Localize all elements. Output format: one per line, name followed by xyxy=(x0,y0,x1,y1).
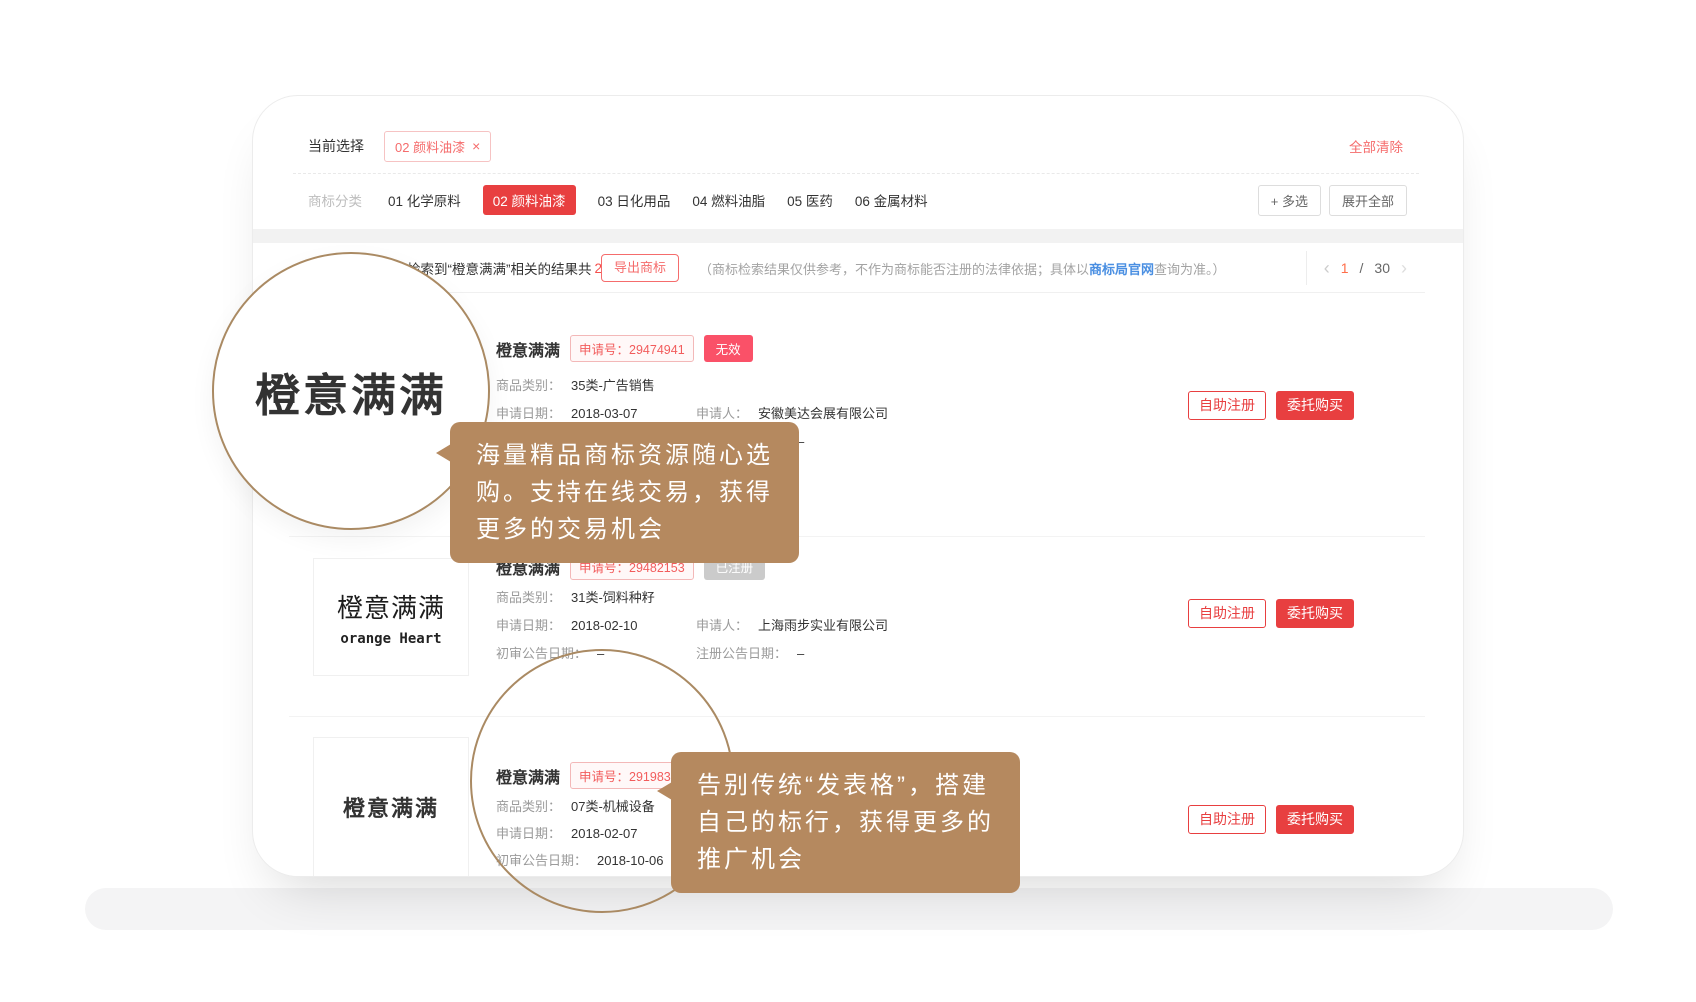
row-actions: 自助注册 委托购买 xyxy=(1188,805,1354,834)
expand-all-button[interactable]: 展开全部 xyxy=(1329,185,1407,216)
pagination: ‹ 1 / 30 › xyxy=(1314,243,1417,293)
applicant-label: 申请人： xyxy=(696,406,748,421)
magnified-trademark-text: 橙意满满 xyxy=(255,359,447,424)
detail-line: 商品类别： 31类-饲料种籽 xyxy=(496,587,655,606)
disclaimer-text: （商标检索结果仅供参考，不作为商标能否注册的法律依据；具体以 xyxy=(699,259,1089,278)
category-item-06[interactable]: 06 金属材料 xyxy=(855,190,928,210)
chevron-right-icon[interactable]: › xyxy=(1401,258,1407,279)
category-item-03[interactable]: 03 日化用品 xyxy=(598,190,671,210)
applicant-value: 上海雨步实业有限公司 xyxy=(758,618,888,633)
summary-text: 检索到“橙意满满”相关的结果共 xyxy=(407,258,592,278)
multi-select-button[interactable]: + 多选 xyxy=(1258,185,1321,216)
tooltip-promotion: 告别传统“发表格”，搭建 自己的标行，获得更多的 推广机会 xyxy=(671,752,1020,893)
tooltip-line: 推广机会 xyxy=(697,841,994,878)
detail-line: 申请日期：2018-02-10 申请人：上海雨步实业有限公司 xyxy=(496,615,638,634)
apply-date-value: 2018-03-07 xyxy=(571,406,638,421)
pagination-current: 1 xyxy=(1341,260,1349,276)
apply-date-label: 申请日期： xyxy=(496,618,561,633)
apply-date-label: 申请日期： xyxy=(496,406,561,421)
disclaimer: （商标检索结果仅供参考，不作为商标能否注册的法律依据；具体以商标局官网查询为准。… xyxy=(699,243,1226,293)
category-label: 商品类别： xyxy=(496,378,561,393)
application-number-label: 申请号： xyxy=(579,561,629,575)
divider xyxy=(293,173,1419,174)
device-base xyxy=(85,888,1613,930)
status-badge: 无效 xyxy=(704,335,753,362)
category-item-04[interactable]: 04 燃料油脂 xyxy=(692,190,765,210)
application-number-badge: 申请号：29474941 xyxy=(570,335,694,362)
category-actions: + 多选 展开全部 xyxy=(1258,185,1407,216)
trademark-image: 橙意满满 orange Heart xyxy=(313,558,469,676)
table-row: 橙意满满 orange Heart 橙意满满 申请号：29482153 已注册 … xyxy=(289,536,1425,716)
divider xyxy=(1306,251,1307,285)
detail-line: 申请日期：2018-03-07 申请人：安徽美达会展有限公司 xyxy=(496,403,638,422)
trademark-image-text: 橙意满满 xyxy=(343,791,439,823)
tooltip-line: 告别传统“发表格”，搭建 xyxy=(697,767,994,804)
self-register-button[interactable]: 自助注册 xyxy=(1188,805,1266,834)
application-number-value: 29482153 xyxy=(629,561,685,575)
trademark-image-text: 橙意满满 xyxy=(337,588,445,625)
results-header: 检索到“橙意满满”相关的结果共28个 导出商标 （商标检索结果仅供参考，不作为商… xyxy=(289,243,1425,293)
category-value: 31类-饲料种籽 xyxy=(571,590,655,605)
filter-tag[interactable]: 02 颜料油漆 × xyxy=(384,131,491,162)
category-label: 商品类别： xyxy=(496,590,561,605)
tooltip-line: 自己的标行，获得更多的 xyxy=(697,804,994,841)
pagination-separator: / xyxy=(1360,260,1364,276)
row-actions: 自助注册 委托购买 xyxy=(1188,599,1354,628)
tooltip-line: 海量精品商标资源随心选 xyxy=(476,437,773,474)
category-item-01[interactable]: 01 化学原料 xyxy=(388,190,461,210)
filter-tag-label: 02 颜料油漆 xyxy=(395,137,465,156)
trademark-office-link[interactable]: 商标局官网 xyxy=(1089,259,1154,278)
delegate-purchase-button[interactable]: 委托购买 xyxy=(1276,599,1354,628)
tooltip-marketplace: 海量精品商标资源随心选 购。支持在线交易，获得 更多的交易机会 xyxy=(450,422,799,563)
reg-publication-value: – xyxy=(797,646,804,661)
delegate-purchase-button[interactable]: 委托购买 xyxy=(1276,805,1354,834)
self-register-button[interactable]: 自助注册 xyxy=(1188,391,1266,420)
disclaimer-suffix: 查询为准。） xyxy=(1154,259,1226,278)
category-bar-label: 商标分类 xyxy=(308,190,362,210)
category-value: 35类-广告销售 xyxy=(571,378,655,393)
pagination-total: 30 xyxy=(1374,260,1390,276)
export-trademarks-button[interactable]: 导出商标 xyxy=(601,254,679,282)
tooltip-line: 更多的交易机会 xyxy=(476,511,773,548)
category-item-02-selected[interactable]: 02 颜料油漆 xyxy=(483,185,576,215)
row-title: 橙意满满 申请号：29474941 无效 xyxy=(496,335,753,362)
apply-date-value: 2018-02-10 xyxy=(571,618,638,633)
section-gap xyxy=(253,229,1463,243)
clear-all-button[interactable]: 全部清除 xyxy=(1349,136,1403,156)
filter-bar: 当前选择 02 颜料油漆 × 全部清除 xyxy=(308,130,1403,162)
reg-publication-label: 注册公告日期： xyxy=(696,646,787,661)
application-number-label: 申请号： xyxy=(579,343,629,357)
delegate-purchase-button[interactable]: 委托购买 xyxy=(1276,391,1354,420)
trademark-image-subtext: orange Heart xyxy=(340,631,441,647)
close-icon[interactable]: × xyxy=(472,139,480,153)
chevron-left-icon[interactable]: ‹ xyxy=(1324,258,1330,279)
current-selection-label: 当前选择 xyxy=(308,136,364,156)
applicant-label: 申请人： xyxy=(696,618,748,633)
category-item-05[interactable]: 05 医药 xyxy=(787,190,833,210)
category-bar: 商标分类 01 化学原料 02 颜料油漆 03 日化用品 04 燃料油脂 05 … xyxy=(308,186,1407,214)
trademark-name: 橙意满满 xyxy=(496,337,560,361)
magnifier-lens: 橙意满满 xyxy=(212,252,490,530)
detail-line: 商品类别： 35类-广告销售 xyxy=(496,375,655,394)
applicant-value: 安徽美达会展有限公司 xyxy=(758,406,888,421)
self-register-button[interactable]: 自助注册 xyxy=(1188,599,1266,628)
row-actions: 自助注册 委托购买 xyxy=(1188,391,1354,420)
trademark-image: 橙意满满 xyxy=(313,737,469,877)
tooltip-line: 购。支持在线交易，获得 xyxy=(476,474,773,511)
application-number-value: 29474941 xyxy=(629,343,685,357)
